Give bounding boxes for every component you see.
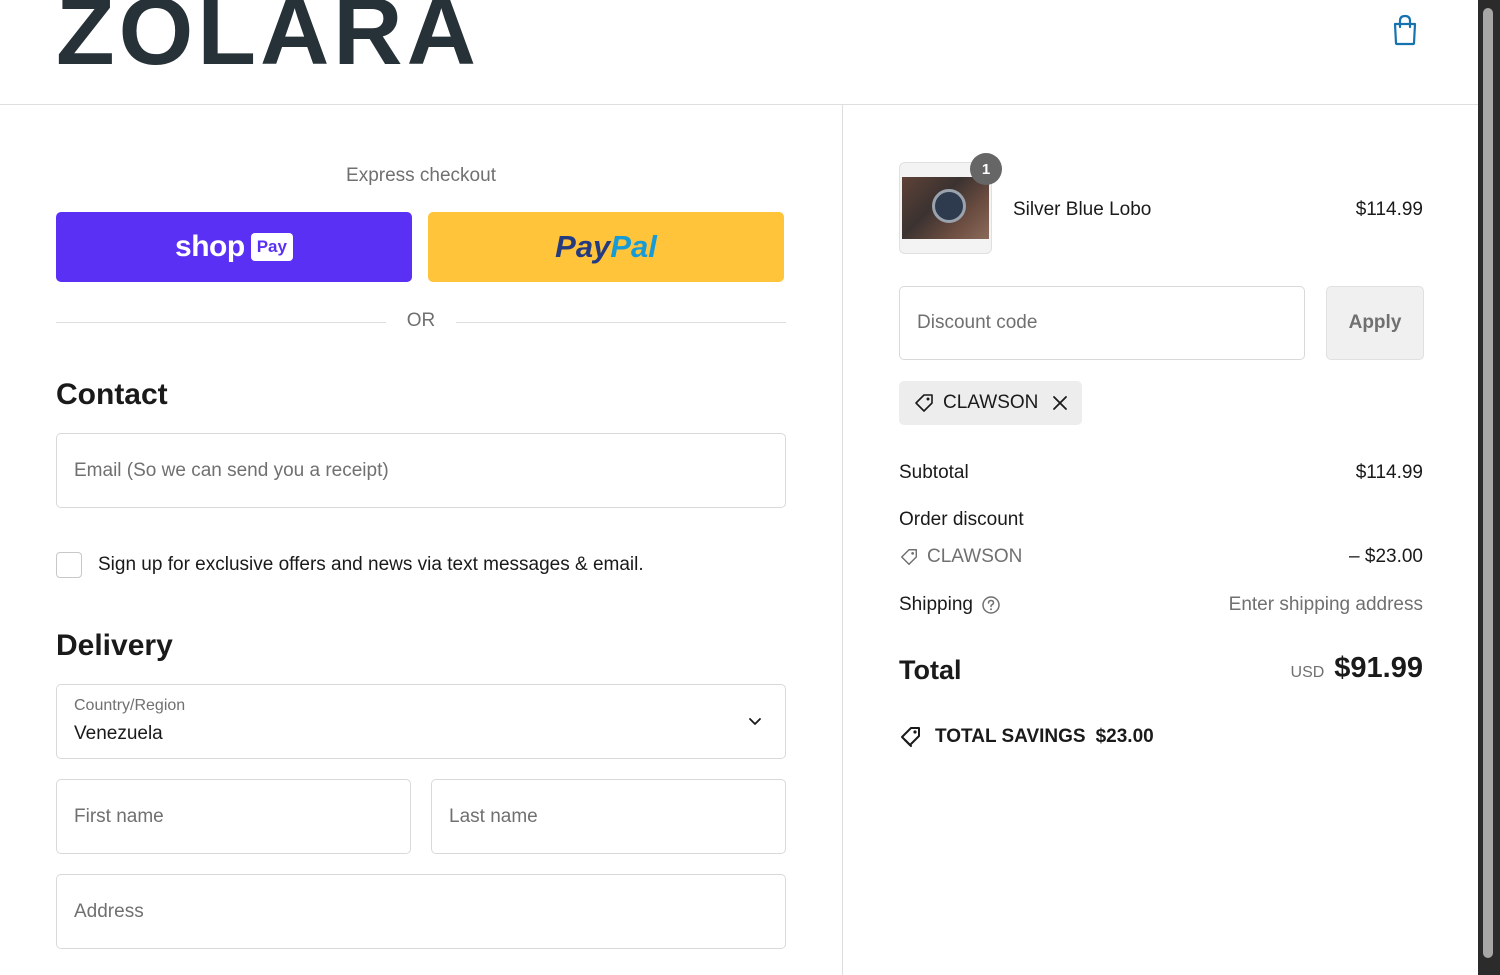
subtotal-label: Subtotal — [899, 462, 969, 483]
email-input[interactable] — [57, 434, 785, 507]
or-divider: OR — [56, 310, 786, 340]
address-input[interactable] — [57, 875, 785, 948]
product-name: Silver Blue Lobo — [1013, 199, 1152, 220]
store-logo[interactable]: ZOLARA — [56, 0, 480, 80]
discount-code-text: CLAWSON — [927, 546, 1023, 567]
apply-button[interactable]: Apply — [1326, 286, 1424, 360]
shipping-label-row: Shipping — [899, 594, 1001, 616]
last-name-input[interactable] — [432, 780, 785, 853]
first-name-input[interactable] — [57, 780, 410, 853]
divider-line — [56, 322, 386, 323]
scrollbar[interactable] — [1478, 0, 1500, 975]
shop-pay-button[interactable]: shop Pay — [56, 212, 412, 282]
savings-tag-icon — [901, 727, 920, 747]
newsletter-label[interactable]: Sign up for exclusive offers and news vi… — [98, 554, 644, 576]
country-select[interactable]: Country/Region Venezuela — [56, 684, 786, 759]
checkout-form: Express checkout shop Pay Pay Pal OR Cont… — [0, 105, 842, 975]
paypal-button[interactable]: Pay Pal — [428, 212, 784, 282]
order-discount-label: Order discount — [899, 509, 1024, 530]
newsletter-checkbox[interactable] — [56, 552, 82, 578]
product-thumbnail: 1 — [899, 153, 1002, 254]
savings-value: $23.00 — [1095, 726, 1154, 747]
discount-input[interactable] — [900, 287, 1304, 359]
shop-pay-badge: Pay — [250, 233, 293, 261]
total-amount: $91.99 — [1334, 652, 1423, 684]
subtotal-value: $114.99 — [1355, 462, 1423, 483]
applied-code-text: CLAWSON — [943, 392, 1039, 413]
contact-title: Contact — [56, 378, 168, 411]
savings-label: TOTAL SAVINGS — [935, 726, 1086, 747]
header: ZOLARA — [0, 0, 1478, 105]
discount-value: – $23.00 — [1349, 546, 1423, 567]
scrollbar-thumb[interactable] — [1483, 8, 1493, 958]
total-value-row: USD $91.99 — [1291, 652, 1423, 685]
newsletter-row: Sign up for exclusive offers and news vi… — [56, 550, 644, 580]
total-label: Total — [899, 655, 962, 685]
help-icon[interactable] — [981, 595, 1001, 615]
country-value: Venezuela — [74, 723, 163, 744]
quantity-badge: 1 — [970, 153, 1002, 185]
delivery-title: Delivery — [56, 629, 173, 662]
country-label: Country/Region — [74, 697, 186, 714]
paypal-logo-part2: Pal — [610, 229, 657, 264]
close-icon — [1053, 396, 1068, 410]
shopping-bag-icon[interactable] — [1392, 14, 1418, 46]
total-currency: USD — [1290, 664, 1325, 681]
tag-icon — [915, 394, 933, 412]
address-field[interactable] — [56, 874, 786, 949]
remove-code-button[interactable] — [1052, 395, 1068, 411]
applied-code-chip: CLAWSON — [899, 381, 1083, 425]
product-price: $114.99 — [1355, 199, 1423, 220]
email-field[interactable] — [56, 433, 786, 508]
tag-icon — [901, 549, 917, 565]
or-text: OR — [406, 310, 436, 331]
shipping-label: Shipping — [899, 594, 973, 615]
watch-face — [932, 189, 966, 223]
discount-code-row: CLAWSON — [899, 546, 1022, 568]
shipping-value: Enter shipping address — [1228, 594, 1423, 615]
paypal-logo-part1: Pay — [555, 229, 611, 264]
divider-line — [456, 322, 786, 323]
last-name-field[interactable] — [431, 779, 786, 854]
discount-field[interactable] — [899, 286, 1305, 360]
first-name-field[interactable] — [56, 779, 411, 854]
order-summary: 1 Silver Blue Lobo $114.99 Apply CLAWSON… — [842, 105, 1478, 975]
chevron-down-icon — [749, 718, 761, 725]
express-checkout-title: Express checkout — [346, 165, 496, 186]
shop-pay-word: shop — [175, 230, 245, 263]
checkout-page: ZOLARA Express checkout shop Pay Pay Pal … — [0, 0, 1478, 975]
product-image — [902, 177, 989, 239]
total-savings-row: TOTAL SAVINGS $23.00 — [899, 725, 1154, 749]
